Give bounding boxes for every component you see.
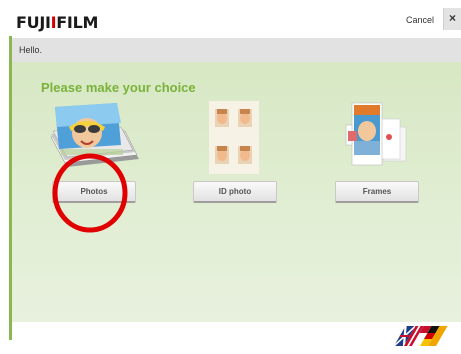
cancel-link[interactable]: Cancel <box>406 15 434 25</box>
page-title: Please make your choice <box>41 80 196 95</box>
frames-button[interactable]: Frames <box>335 181 419 203</box>
close-button[interactable]: × <box>443 8 461 30</box>
close-icon: × <box>449 11 457 25</box>
id-photo-sheet-image[interactable] <box>209 101 259 174</box>
greeting-bar: Hello. <box>12 38 461 62</box>
kiosk-window: FUJIIFILM Cancel × Hello. Please make yo… <box>0 0 461 354</box>
fujifilm-logo: FUJIIFILM <box>16 13 99 32</box>
greeting-text: Hello. <box>19 45 43 55</box>
red-annotation-circle <box>52 153 128 233</box>
id-photo-button[interactable]: ID photo <box>193 181 277 203</box>
language-flags-icon[interactable] <box>391 320 451 350</box>
frames-cards-image[interactable] <box>340 101 410 171</box>
